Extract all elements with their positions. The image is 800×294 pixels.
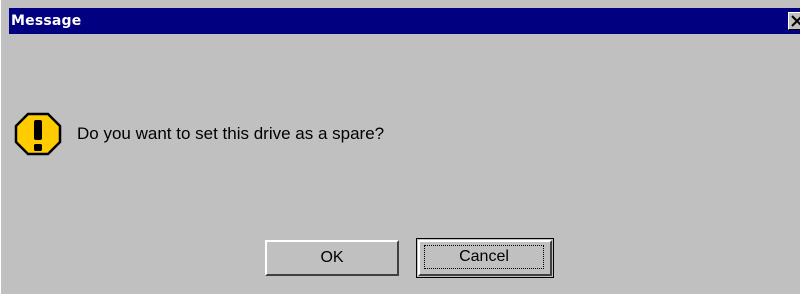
window-title: Message bbox=[11, 13, 82, 29]
cancel-button[interactable]: Cancel bbox=[416, 238, 554, 278]
close-button[interactable] bbox=[788, 12, 800, 30]
cancel-button-label: Cancel bbox=[424, 245, 544, 269]
message-dialog: Message Do you want to set this drive as… bbox=[0, 0, 800, 294]
dialog-body bbox=[9, 34, 800, 294]
warning-icon bbox=[14, 112, 62, 156]
dialog-message: Do you want to set this drive as a spare… bbox=[77, 124, 385, 143]
ok-button[interactable]: OK bbox=[265, 240, 399, 276]
close-icon bbox=[791, 15, 800, 27]
title-bar[interactable]: Message bbox=[9, 8, 800, 34]
